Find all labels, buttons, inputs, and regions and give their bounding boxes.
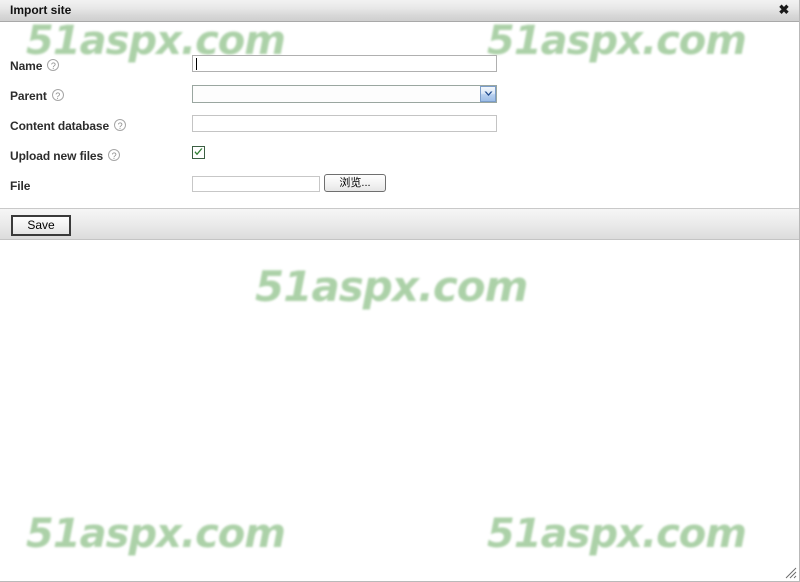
form-row-parent: Parent? — [0, 83, 799, 113]
dialog-title-bar[interactable]: Import site ✖ — [0, 0, 799, 22]
content-database-input[interactable] — [192, 115, 497, 132]
save-button[interactable]: Save — [11, 215, 71, 236]
watermark-center: 51aspx.com — [255, 262, 528, 311]
form-row-file: File 浏览... — [0, 173, 799, 203]
import-site-dialog: Import site ✖ 51aspx.com 51aspx.com 51as… — [0, 0, 800, 582]
help-icon-content-database[interactable]: ? — [114, 119, 127, 131]
upload-new-files-checkbox[interactable] — [192, 146, 205, 159]
label-name: Name? — [10, 59, 60, 73]
help-icon-upload-new-files[interactable]: ? — [108, 149, 121, 161]
watermark-bottom-right: 51aspx.com — [487, 511, 747, 557]
close-icon[interactable]: ✖ — [776, 2, 792, 18]
form-row-upload-new-files: Upload new files? — [0, 143, 799, 173]
form-row-name: Name? — [0, 53, 799, 83]
chevron-down-icon[interactable] — [480, 86, 496, 102]
dialog-footer: Save — [0, 208, 799, 240]
label-file: File — [10, 179, 31, 193]
parent-select[interactable] — [192, 85, 497, 103]
label-parent: Parent? — [10, 89, 64, 103]
dialog-title: Import site — [10, 3, 72, 17]
import-site-form: Name? Parent? Content database? Upload n… — [0, 23, 799, 207]
form-row-content-database: Content database? — [0, 113, 799, 143]
watermark-bottom-left: 51aspx.com — [26, 511, 286, 557]
name-input[interactable] — [192, 55, 497, 72]
file-path-input[interactable] — [192, 176, 320, 192]
resize-grip-icon[interactable] — [784, 566, 797, 579]
label-upload-new-files: Upload new files? — [10, 149, 121, 163]
checkmark-icon — [194, 148, 203, 156]
label-content-database: Content database? — [10, 119, 127, 133]
help-icon-name[interactable]: ? — [47, 59, 60, 71]
text-caret — [196, 58, 197, 70]
help-icon-parent[interactable]: ? — [51, 89, 64, 101]
browse-button[interactable]: 浏览... — [324, 174, 386, 192]
